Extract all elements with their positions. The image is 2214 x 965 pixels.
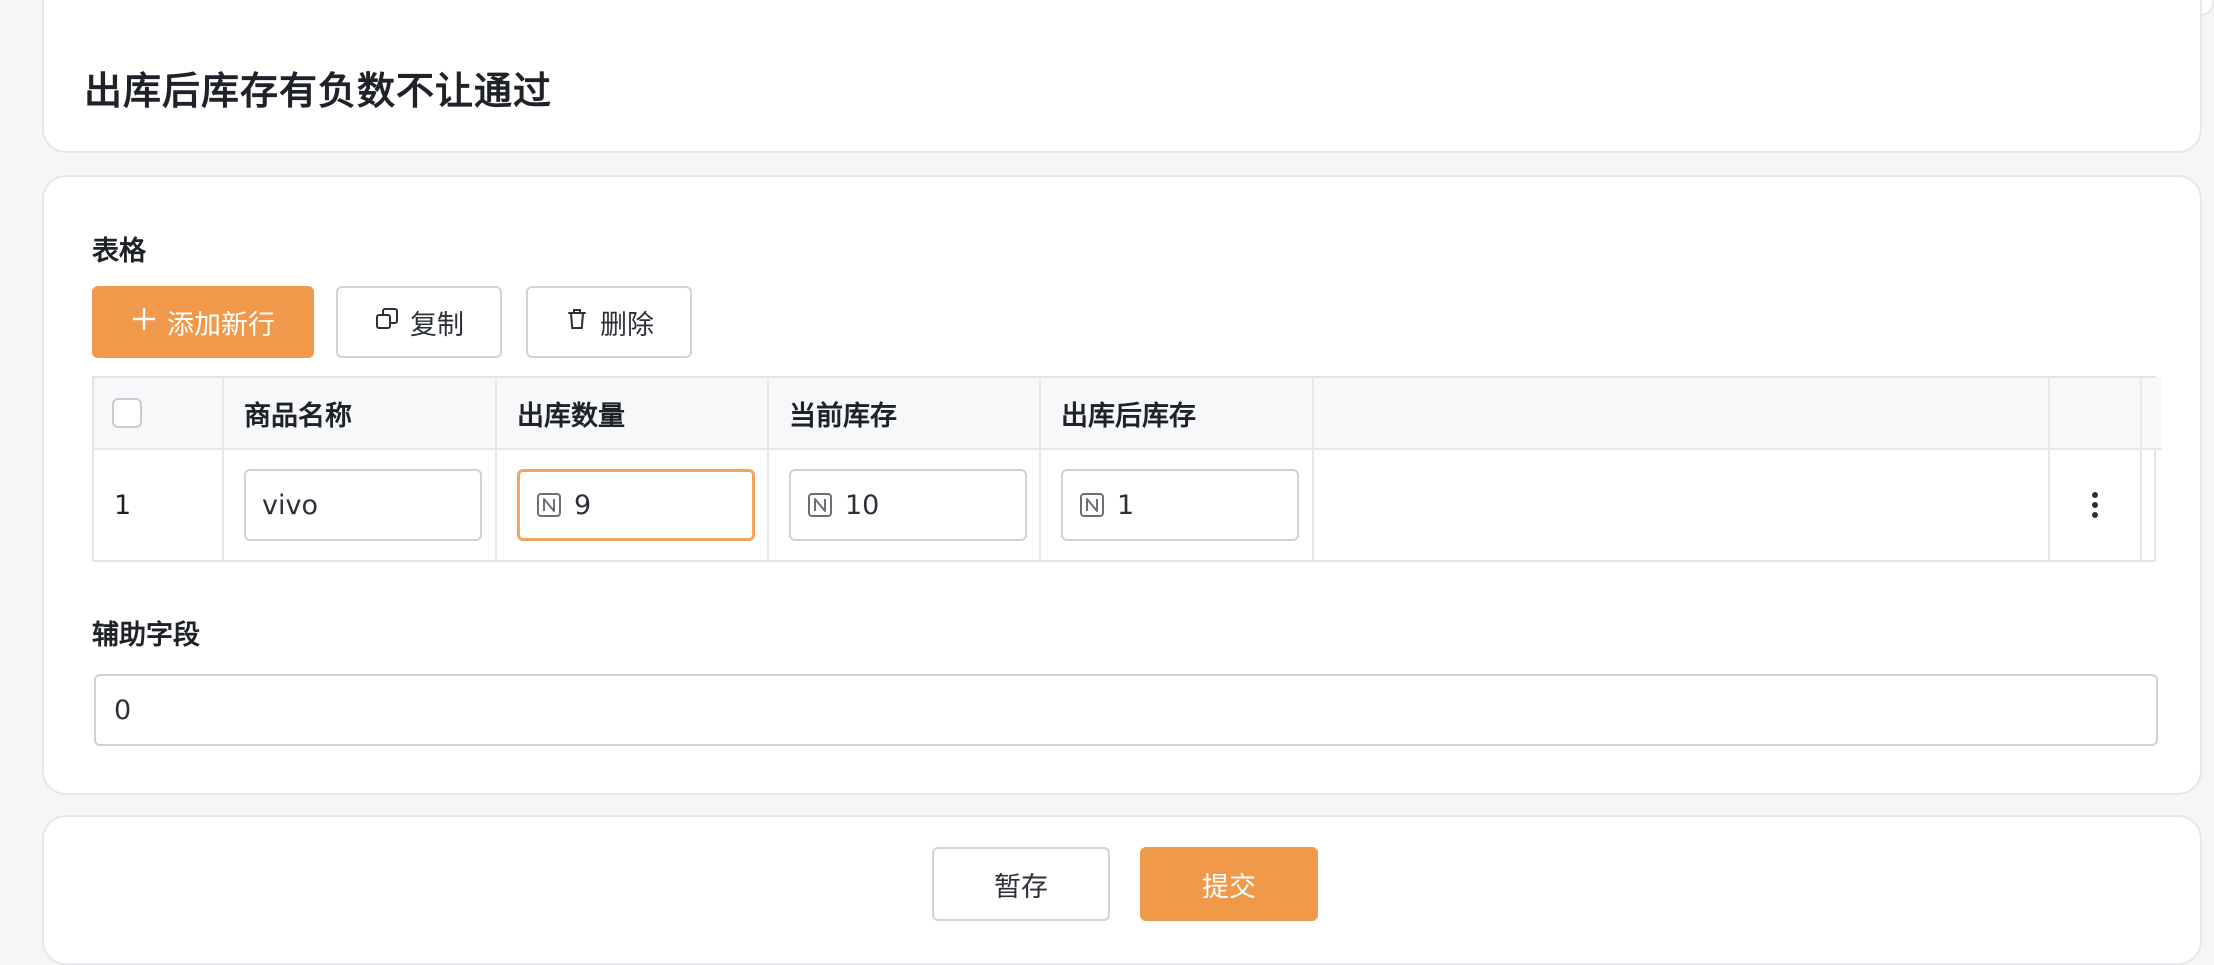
page-title: 出库后库存有负数不让通过 [84, 69, 553, 113]
submit-button[interactable]: 提交 [1140, 847, 1318, 921]
table-row-out-qty-cell: 9 [497, 450, 769, 560]
table-row-current-stock-cell: 10 [769, 450, 1041, 560]
copy-label: 复制 [410, 309, 464, 341]
header-select-cell [94, 378, 224, 450]
plus-icon [131, 306, 157, 339]
column-header-out-qty: 出库数量 [497, 378, 769, 450]
table-row-stock-after-cell: 1 [1041, 450, 1314, 560]
table-row-product-cell: vivo [224, 450, 497, 560]
product-name-input[interactable]: vivo [244, 469, 482, 541]
select-all-checkbox[interactable] [112, 398, 142, 428]
out-qty-value: 9 [574, 489, 592, 521]
table-row-scroll-gutter [2142, 450, 2162, 560]
table-row-index-cell: 1 [94, 450, 224, 560]
trash-icon [564, 306, 590, 339]
table-row-actions-cell [2050, 450, 2142, 560]
column-header-product-name: 商品名称 [224, 378, 497, 450]
copy-button[interactable]: 复制 [336, 286, 502, 358]
title-card: 出库后库存有负数不让通过 [42, 0, 2202, 153]
column-header-actions [2050, 378, 2142, 450]
add-row-button[interactable]: 添加新行 [92, 286, 314, 358]
copy-icon [374, 306, 400, 339]
product-name-value: vivo [262, 489, 318, 521]
add-row-label: 添加新行 [167, 309, 275, 341]
column-header-scroll-gutter [2142, 378, 2162, 450]
stock-after-input[interactable]: 1 [1061, 469, 1299, 541]
column-header-empty [1314, 378, 2050, 450]
number-field-icon [537, 493, 561, 517]
number-field-icon [1080, 493, 1104, 517]
number-field-icon [808, 493, 832, 517]
aux-field-input[interactable]: 0 [94, 674, 2158, 746]
column-header-stock-after: 出库后库存 [1041, 378, 1314, 450]
table-row-empty-cell [1314, 450, 2050, 560]
more-vertical-icon[interactable] [2050, 491, 2140, 519]
delete-label: 删除 [600, 309, 654, 341]
aux-field-value: 0 [114, 694, 132, 726]
column-header-current-stock: 当前库存 [769, 378, 1041, 450]
save-draft-button[interactable]: 暂存 [932, 847, 1110, 921]
product-table: 商品名称 出库数量 当前库存 出库后库存 1 vivo 9 10 1 [92, 376, 2162, 562]
delete-button[interactable]: 删除 [526, 286, 692, 358]
row-number: 1 [114, 489, 132, 521]
table-section-label: 表格 [92, 236, 146, 267]
current-stock-value: 10 [845, 489, 880, 521]
form-card: 表格 添加新行 复制 删除 商品名称 出库数量 当前库存 出库后库存 1 viv… [42, 175, 2202, 795]
current-stock-input[interactable]: 10 [789, 469, 1027, 541]
out-qty-input[interactable]: 9 [517, 469, 755, 541]
aux-field-label: 辅助字段 [92, 620, 200, 651]
stock-after-value: 1 [1117, 489, 1135, 521]
footer-card: 暂存 提交 [42, 815, 2202, 965]
